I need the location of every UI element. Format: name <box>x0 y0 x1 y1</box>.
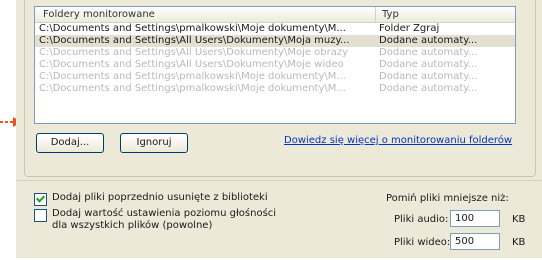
folder-type: Folder Zgraj <box>379 23 440 34</box>
column-header-type[interactable]: Typ <box>376 7 515 22</box>
folder-path: C:\Documents and Settings\pmalkowski\Moj… <box>39 83 346 94</box>
audio-unit-label: KB <box>512 214 526 225</box>
folder-path: C:\Documents and Settings\pmalkowski\Moj… <box>39 71 346 82</box>
re-add-label[interactable]: Dodaj pliki poprzednio usunięte z biblio… <box>52 192 268 203</box>
folder-path: C:\Documents and Settings\All Users\Doku… <box>39 35 350 46</box>
folder-path: C:\Documents and Settings\All Users\Doku… <box>39 59 344 70</box>
folder-type: Dodane automaty... <box>379 47 478 58</box>
volume-option[interactable]: Dodaj wartość ustawienia poziomu głośnoś… <box>34 208 276 232</box>
folder-type: Dodane automaty... <box>379 35 478 46</box>
add-folder-button[interactable]: Dodaj... <box>36 133 104 153</box>
folder-path: C:\Documents and Settings\pmalkowski\Moj… <box>39 23 346 34</box>
folder-type: Dodane automaty... <box>379 59 478 70</box>
list-rows: C:\Documents and Settings\pmalkowski\Moj… <box>35 23 515 95</box>
list-row[interactable]: C:\Documents and Settings\pmalkowski\Moj… <box>35 83 515 95</box>
list-row[interactable]: C:\Documents and Settings\pmalkowski\Moj… <box>35 71 515 83</box>
folder-path: C:\Documents and Settings\All Users\Doku… <box>39 47 349 58</box>
audio-files-label: Pliki audio: <box>394 214 449 225</box>
list-row[interactable]: C:\Documents and Settings\All Users\Doku… <box>35 35 515 47</box>
video-unit-label: KB <box>512 237 526 248</box>
list-row[interactable]: C:\Documents and Settings\pmalkowski\Moj… <box>35 23 515 35</box>
list-header: Foldery monitorowane Typ <box>35 7 515 23</box>
video-size-input[interactable]: 500 <box>450 233 500 250</box>
list-row[interactable]: C:\Documents and Settings\All Users\Doku… <box>35 47 515 59</box>
folder-type: Dodane automaty... <box>379 83 478 94</box>
volume-label[interactable]: Dodaj wartość ustawienia poziomu głośnoś… <box>52 208 276 232</box>
audio-size-input[interactable]: 100 <box>450 210 500 227</box>
re-add-option[interactable]: Dodaj pliki poprzednio usunięte z biblio… <box>34 192 268 206</box>
video-files-label: Pliki wideo: <box>394 237 451 248</box>
monitored-folders-list[interactable]: Foldery monitorowane Typ C:\Documents an… <box>34 6 516 124</box>
column-header-folders[interactable]: Foldery monitorowane <box>35 7 376 22</box>
ignore-button[interactable]: Ignoruj <box>120 133 188 153</box>
folder-monitoring-panel: Foldery monitorowane Typ C:\Documents an… <box>16 0 542 258</box>
skip-files-title: Pomiń pliki mniejsze niż: <box>386 193 509 204</box>
volume-label-line1: Dodaj wartość ustawienia poziomu głośnoś… <box>52 208 277 219</box>
volume-checkbox[interactable] <box>34 209 47 222</box>
list-row[interactable]: C:\Documents and Settings\All Users\Doku… <box>35 59 515 71</box>
volume-label-line2: dla wszystkich plików (powolne) <box>52 220 213 231</box>
folder-type: Dodane automaty... <box>379 71 478 82</box>
learn-more-link[interactable]: Dowiedz się więcej o monitorowaniu folde… <box>284 135 512 146</box>
divider <box>16 180 542 181</box>
re-add-checkbox[interactable] <box>34 193 47 206</box>
